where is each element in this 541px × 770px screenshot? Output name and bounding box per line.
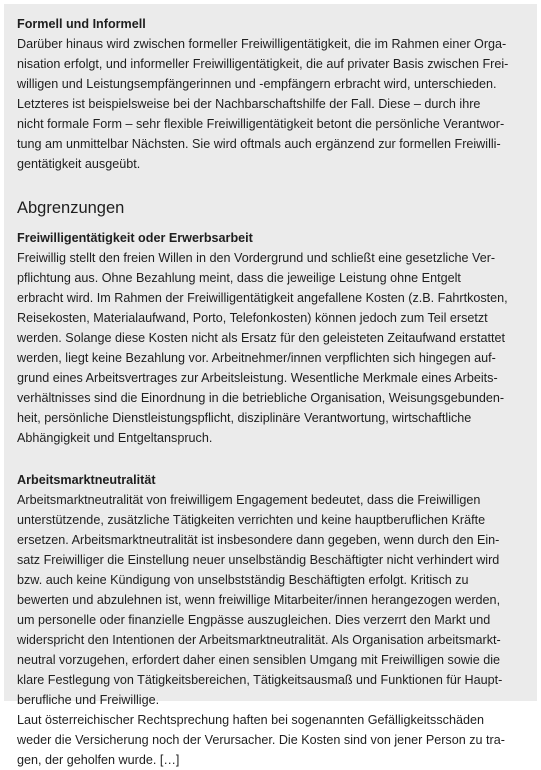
paragraph-formell-informell: Darüber hinaus wird zwischen formeller F… xyxy=(17,34,523,174)
section-heading-erwerbsarbeit: Freiwilligentätigkeit oder Erwerbsarbeit xyxy=(17,231,253,245)
paragraph-line: Abhängigkeit und Entgeltanspruch. xyxy=(17,431,213,445)
paragraph-line: berufliche und Freiwillige. xyxy=(17,693,160,707)
section-heading-arbeitsmarktneutralitaet: Arbeitsmarktneutralität xyxy=(17,473,156,487)
paragraph-line: widerspricht den Intentionen der Arbeits… xyxy=(17,633,501,647)
paragraph-line: um personelle oder finanzielle Engpässe … xyxy=(17,613,491,627)
section-title-abgrenzungen: Abgrenzungen xyxy=(17,199,125,217)
paragraph-arbeitsmarktneutralitaet: Arbeitsmarktneutralität von freiwilligem… xyxy=(17,490,523,770)
paragraph-line: weder die Versicherung noch der Verursac… xyxy=(17,733,505,747)
paragraph-line: Laut österreichischer Rechtsprechung haf… xyxy=(17,713,484,727)
paragraph-line: erbracht wird. Im Rahmen der Freiwillige… xyxy=(17,291,508,305)
paragraph-line: tung am unmittelbar Nächsten. Sie wird o… xyxy=(17,137,501,151)
paragraph-line: willigen und Leistungsempfängerinnen und… xyxy=(17,77,497,91)
paragraph-line: neutral vorzugehen, erfordert daher eine… xyxy=(17,653,501,667)
paragraph-line: unterstützende, zusätzliche Tätigkeiten … xyxy=(17,513,486,527)
paragraph-line: nisation erfolgt, und informeller Freiwi… xyxy=(17,57,509,71)
paragraph-line: ersetzen. Arbeitsmarktneutralität ist in… xyxy=(17,533,500,547)
paragraph-line: Letzteres ist beispielsweise bei der Nac… xyxy=(17,97,481,111)
paragraph-line: heit, persönliche Dienstleistungspflicht… xyxy=(17,411,472,425)
paragraph-line: nicht formale Form – sehr flexible Freiw… xyxy=(17,117,505,131)
paragraph-erwerbsarbeit: Freiwillig stellt den freien Willen in d… xyxy=(17,248,523,448)
text-box: Formell und Informell Darüber hinaus wir… xyxy=(4,4,537,767)
section-heading-formell-informell: Formell und Informell xyxy=(17,17,146,31)
paragraph-line: gen, der geholfen wurde. […] xyxy=(17,753,180,767)
paragraph-line: werden. Solange diese Kosten nicht als E… xyxy=(17,331,505,345)
paragraph-line: verhältnisses sind die Einordnung in die… xyxy=(17,391,505,405)
paragraph-line: Freiwillig stellt den freien Willen in d… xyxy=(17,251,496,265)
paragraph-line: werden, liegt keine Bezahlung vor. Arbei… xyxy=(17,351,496,365)
paragraph-line: gentätigkeit ausgeübt. xyxy=(17,157,141,171)
paragraph-line: klare Festlegung von Tätigkeitsbereichen… xyxy=(17,673,503,687)
paragraph-line: Darüber hinaus wird zwischen formeller F… xyxy=(17,37,507,51)
paragraph-line: Arbeitsmarktneutralität von freiwilligem… xyxy=(17,493,481,507)
paragraph-line: satz Freiwilliger die Einstellung neuer … xyxy=(17,553,500,567)
paragraph-line: Reisekosten, Materialaufwand, Porto, Tel… xyxy=(17,311,488,325)
paragraph-line: bzw. auch keine Kündigung von unselbstst… xyxy=(17,573,469,587)
paragraph-line: pflichtung aus. Ohne Bezahlung meint, da… xyxy=(17,271,461,285)
paragraph-line: grund eines Arbeitsvertrages zur Arbeits… xyxy=(17,371,498,385)
paragraph-line: bewerten und abzulehnen ist, wenn freiwi… xyxy=(17,593,501,607)
